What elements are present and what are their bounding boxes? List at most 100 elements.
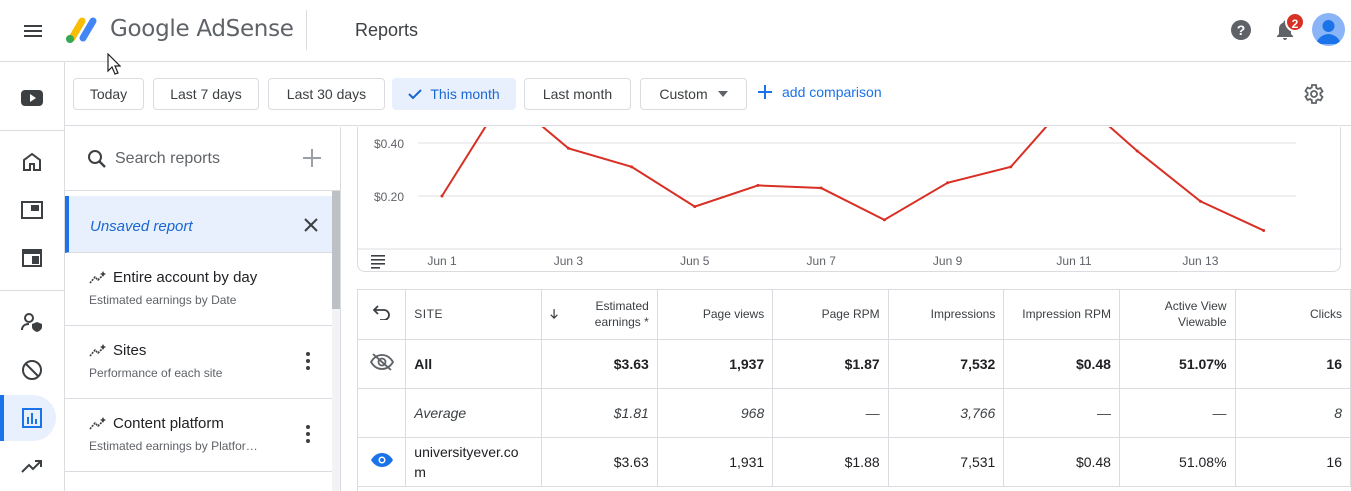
chart-legend-toggle-icon[interactable] (371, 255, 385, 269)
report-item[interactable]: Entire account by day Estimated earnings… (65, 253, 332, 326)
col-header-active-view[interactable]: Active View Viewable (1119, 290, 1236, 340)
page-title: Reports (355, 20, 419, 40)
report-subtitle: Estimated earnings by Platfor… (89, 439, 258, 453)
filter-today[interactable]: Today (73, 78, 144, 110)
cell-earnings: $3.63 (541, 339, 658, 389)
cell-impression-rpm: $0.48 (1003, 339, 1120, 389)
data-point (756, 183, 760, 187)
avatar[interactable] (1312, 13, 1345, 46)
cell-clicks: 16 (1235, 339, 1351, 389)
data-point (1009, 165, 1013, 169)
cell-impression-rpm: — (1003, 388, 1120, 438)
report-title: Sites (113, 342, 147, 359)
add-comparison-label: add comparison (782, 84, 882, 100)
col-header-clicks[interactable]: Clicks (1235, 290, 1351, 340)
filter-last-30-days[interactable]: Last 30 days (268, 78, 385, 110)
x-tick-label: Jun 3 (554, 254, 584, 268)
block-icon[interactable] (0, 347, 64, 393)
report-item-unsaved[interactable]: Unsaved report (65, 196, 332, 253)
data-point (819, 186, 823, 190)
data-point (882, 218, 886, 222)
col-header-site[interactable]: SITE (405, 290, 543, 340)
account-icon[interactable] (0, 299, 64, 345)
report-item[interactable]: Content platform Estimated earnings by P… (65, 399, 332, 472)
search-reports-input[interactable] (115, 147, 295, 171)
earnings-line-chart: $0.40 $0.20 Jun 1 Jun 3 Jun 5 Jun 7 Jun 9 Jun 1… (357, 127, 1342, 272)
filter-custom-dropdown[interactable]: Custom (640, 78, 747, 110)
cell-active-view: — (1119, 388, 1236, 438)
help-icon[interactable]: ? (1229, 18, 1253, 42)
x-tick-label: Jun 1 (427, 254, 457, 268)
report-title: Content platform (113, 415, 224, 432)
col-header-earnings[interactable]: Estimated earnings * (541, 290, 658, 340)
x-tick-label: Jun 13 (1182, 254, 1218, 268)
report-subtitle: Estimated earnings by Date (89, 293, 237, 307)
scrollbar-thumb[interactable] (332, 191, 340, 309)
cell-impressions: 7,531 (888, 437, 1005, 487)
report-item[interactable]: Sites Performance of each site (65, 326, 332, 399)
cell-page-views: 1,931 (657, 437, 774, 487)
data-point (440, 194, 444, 198)
reports-icon[interactable] (0, 395, 56, 441)
add-comparison-button[interactable]: add comparison (758, 84, 882, 100)
search-icon (88, 150, 106, 168)
x-tick-label: Jun 11 (1056, 254, 1091, 268)
visibility-off-icon[interactable] (358, 339, 407, 389)
rail-divider (0, 130, 64, 131)
sparkle-chart-icon (89, 416, 106, 430)
home-icon[interactable] (0, 139, 64, 185)
x-tick-label: Jun 9 (933, 254, 963, 268)
settings-gear-icon[interactable] (1301, 82, 1325, 106)
table-row: All $3.63 1,937 $1.87 7,532 $0.48 51.07%… (358, 339, 1351, 389)
check-icon (408, 89, 423, 100)
line-chart-svg: $0.40 $0.20 Jun 1 Jun 3 Jun 5 Jun 7 Jun 9 Jun 1… (358, 127, 1342, 269)
col-header-impression-rpm[interactable]: Impression RPM (1003, 290, 1120, 340)
data-point (566, 146, 570, 150)
cell-page-rpm: $1.87 (772, 339, 889, 389)
cell-site: universityever.co m (405, 437, 543, 487)
y-tick-label: $0.40 (374, 137, 404, 151)
col-header-impressions[interactable]: Impressions (888, 290, 1005, 340)
app-brand: Google AdSense (110, 16, 294, 42)
youtube-icon[interactable] (0, 75, 64, 121)
visibility-icon[interactable] (358, 437, 407, 487)
caret-down-icon (717, 91, 728, 97)
notification-badge: 2 (1285, 12, 1305, 32)
filter-this-month-label: This month (430, 86, 500, 102)
plus-icon (758, 85, 772, 99)
cell-earnings: $3.63 (541, 437, 658, 487)
col-header-page-views[interactable]: Page views (657, 290, 774, 340)
filter-this-month[interactable]: This month (392, 78, 516, 110)
y-tick-label: $0.20 (374, 190, 404, 204)
ads-icon[interactable] (0, 187, 64, 233)
cell-clicks: 16 (1235, 437, 1351, 487)
cell-impressions: 7,532 (888, 339, 1005, 389)
cell-impression-rpm: $0.48 (1003, 437, 1120, 487)
cell-active-view: 51.08% (1119, 437, 1236, 487)
cell-site: Average (405, 388, 543, 438)
x-tick-label: Jun 5 (680, 254, 710, 268)
col-header-page-rpm[interactable]: Page RPM (772, 290, 889, 340)
top-app-bar: Google AdSense Reports ? 2 (0, 0, 1351, 62)
add-report-icon[interactable] (303, 149, 321, 167)
more-vert-icon[interactable] (299, 351, 317, 371)
search-row (65, 127, 340, 191)
adsense-logo-icon (66, 17, 97, 43)
reset-icon[interactable] (358, 290, 407, 340)
cell-active-view: 51.07% (1119, 339, 1236, 389)
cell-page-rpm: — (772, 388, 889, 438)
data-point (1135, 149, 1139, 153)
sites-icon[interactable] (0, 235, 64, 281)
cell-impressions: 3,766 (888, 388, 1005, 438)
filter-last-month[interactable]: Last month (524, 78, 631, 110)
filter-last-7-days[interactable]: Last 7 days (153, 78, 259, 110)
nav-rail (0, 62, 65, 491)
data-point (1198, 199, 1202, 203)
trending-icon[interactable] (0, 443, 64, 489)
table-row: Average $1.81 968 — 3,766 — — 8 (358, 388, 1351, 438)
menu-icon[interactable] (21, 19, 45, 43)
more-vert-icon[interactable] (299, 424, 317, 444)
cell-clicks: 8 (1235, 388, 1351, 438)
close-icon[interactable] (301, 215, 321, 235)
data-point (630, 165, 634, 169)
